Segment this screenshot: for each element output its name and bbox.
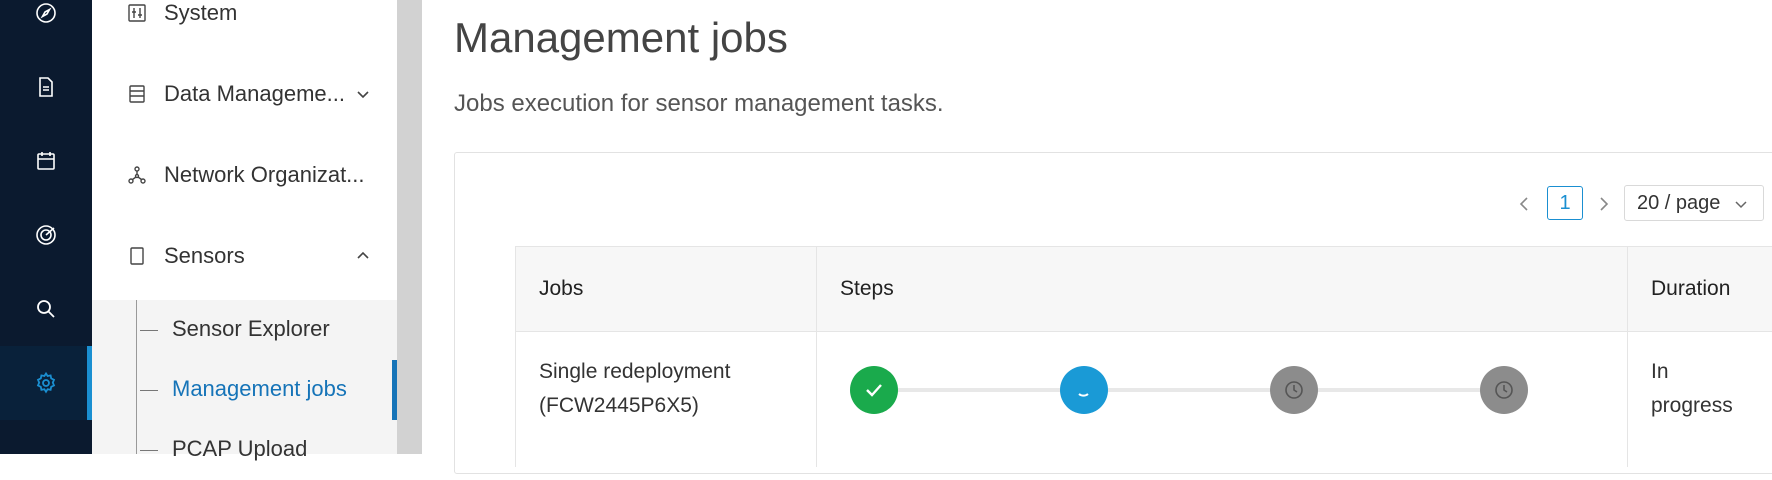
chevron-down-icon xyxy=(1735,201,1747,209)
search-nav[interactable] xyxy=(0,272,92,346)
document-icon xyxy=(39,77,53,97)
sidebar-item-network-organization[interactable]: Network Organizat... xyxy=(92,145,397,205)
chevron-up-icon xyxy=(357,251,369,259)
steps-track xyxy=(874,388,1486,392)
sidebar-item-label: Sensor Explorer xyxy=(172,316,330,341)
sensors-submenu: Sensor Explorer Management jobs PCAP Upl… xyxy=(92,300,397,461)
tree-branch xyxy=(140,390,158,391)
tree-branch xyxy=(140,450,158,451)
chevron-down-icon xyxy=(357,91,369,99)
search-icon xyxy=(37,300,55,318)
admin-nav[interactable] xyxy=(0,346,92,420)
sensor-icon xyxy=(130,247,144,265)
duration-status-cont: progress xyxy=(1651,394,1733,417)
step-pending[interactable] xyxy=(1480,366,1528,414)
duration-status: In xyxy=(1651,360,1669,383)
sidebar-item-label: Sensors xyxy=(164,243,245,268)
jobs-table: Jobs Steps Duration Single redeployment … xyxy=(515,246,1772,467)
sidebar: System Data Manageme... Network Organiza… xyxy=(92,0,397,461)
sidebar-item-label: PCAP Upload xyxy=(172,436,308,461)
job-name: Single redeployment xyxy=(539,360,731,383)
detection-nav[interactable] xyxy=(0,198,92,272)
sidebar-item-sensors[interactable]: Sensors xyxy=(92,226,397,286)
reports-nav[interactable] xyxy=(0,50,92,124)
checkmark-icon xyxy=(866,384,882,397)
sidebar-scrollbar[interactable] xyxy=(397,0,422,454)
next-page-icon[interactable] xyxy=(1594,194,1614,214)
job-sensor-id: (FCW2445P6X5) xyxy=(539,394,699,417)
calendar-icon xyxy=(37,152,55,170)
spinner-icon xyxy=(1078,393,1089,397)
main-content: Management jobs Jobs execution for senso… xyxy=(422,0,1772,474)
sidebar-item-data-management[interactable]: Data Manageme... xyxy=(92,64,397,124)
clock-icon xyxy=(1285,381,1303,399)
table-border xyxy=(515,247,516,467)
table-header: Jobs Steps Duration xyxy=(515,247,1772,332)
column-header-steps[interactable]: Steps xyxy=(840,247,894,331)
page-number-current[interactable]: 1 xyxy=(1547,186,1583,220)
page-title: Management jobs xyxy=(454,14,788,61)
gear-icon xyxy=(36,371,56,394)
sidebar-item-label: Network Organizat... xyxy=(164,162,365,187)
step-completed[interactable] xyxy=(850,366,898,414)
page-subtitle: Jobs execution for sensor management tas… xyxy=(454,90,944,117)
explore-nav[interactable] xyxy=(0,0,92,50)
step-running[interactable] xyxy=(1060,366,1108,414)
sidebar-item-sensor-explorer[interactable]: Sensor Explorer xyxy=(92,300,397,360)
column-divider xyxy=(816,247,817,467)
sidebar-item-management-jobs[interactable]: Management jobs xyxy=(92,360,397,420)
clock-icon xyxy=(1495,381,1513,399)
step-pending[interactable] xyxy=(1270,366,1318,414)
sidebar-item-label: System xyxy=(164,0,238,25)
column-header-duration[interactable]: Duration xyxy=(1651,247,1730,331)
system-settings-icon xyxy=(128,4,146,22)
column-header-jobs[interactable]: Jobs xyxy=(539,247,583,331)
sidebar-item-label: Data Manageme... xyxy=(164,81,345,106)
sidebar-item-pcap-upload[interactable]: PCAP Upload xyxy=(92,420,397,480)
sidebar-item-system[interactable]: System xyxy=(92,0,397,43)
tree-branch xyxy=(140,330,158,331)
compass-icon xyxy=(36,3,56,23)
calendar-nav[interactable] xyxy=(0,124,92,198)
column-divider xyxy=(1627,247,1628,467)
previous-page-icon[interactable] xyxy=(1514,194,1534,214)
radar-icon xyxy=(36,225,56,245)
sidebar-item-label: Management jobs xyxy=(172,376,347,401)
page-size-select[interactable]: 20 / page xyxy=(1624,185,1764,221)
database-icon xyxy=(129,85,145,103)
icon-rail xyxy=(0,0,92,454)
network-icon xyxy=(128,166,146,184)
page-size-value: 20 / page xyxy=(1637,192,1721,214)
